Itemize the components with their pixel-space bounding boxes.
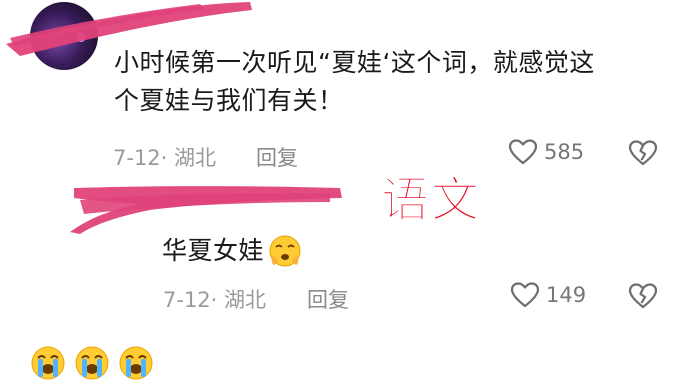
comment-like-count: 585 — [544, 140, 585, 164]
reply-date-location: 7-12· 湖北 — [163, 288, 267, 312]
caption-emojis — [30, 345, 154, 381]
watermark-label: 语文 — [380, 172, 482, 229]
loudly-crying-face-icon — [31, 346, 65, 380]
reply-reply-button[interactable]: 回复 — [307, 284, 349, 314]
comment-like-button[interactable]: 585 — [508, 138, 584, 166]
comment-date-location: 7-12· 湖北 — [113, 146, 217, 170]
comment-body-line-2: 个夏娃与我们有关！ — [114, 86, 344, 115]
loudly-crying-face-icon — [119, 346, 153, 380]
loudly-crying-face-icon — [75, 346, 109, 380]
comment-body: 小时候第一次听见“夏娃‘这个词，就感觉这 个夏娃与我们有关！ — [114, 44, 654, 120]
reply-body-text: 华夏女娃 — [162, 236, 265, 265]
reply-like-count: 149 — [546, 283, 587, 307]
avatar[interactable] — [30, 2, 98, 70]
heart-outline-icon — [508, 139, 538, 165]
reply-like-button[interactable]: 149 — [510, 281, 586, 309]
avatar-highlight — [76, 32, 86, 42]
redaction-mark-reply-username — [70, 186, 342, 234]
broken-heart-icon[interactable] — [628, 139, 658, 167]
crying-face-emoji-icon — [269, 235, 301, 267]
comment-reply-button[interactable]: 回复 — [256, 142, 298, 172]
broken-heart-icon[interactable] — [628, 282, 658, 310]
reply-body: 华夏女娃 — [162, 234, 302, 268]
comment-body-line-1: 小时候第一次听见“夏娃‘这个词，就感觉这 — [114, 48, 595, 77]
comment-thread: 小时候第一次听见“夏娃‘这个词，就感觉这 个夏娃与我们有关！ 7-12· 湖北 … — [0, 0, 690, 389]
heart-outline-icon — [510, 282, 540, 308]
